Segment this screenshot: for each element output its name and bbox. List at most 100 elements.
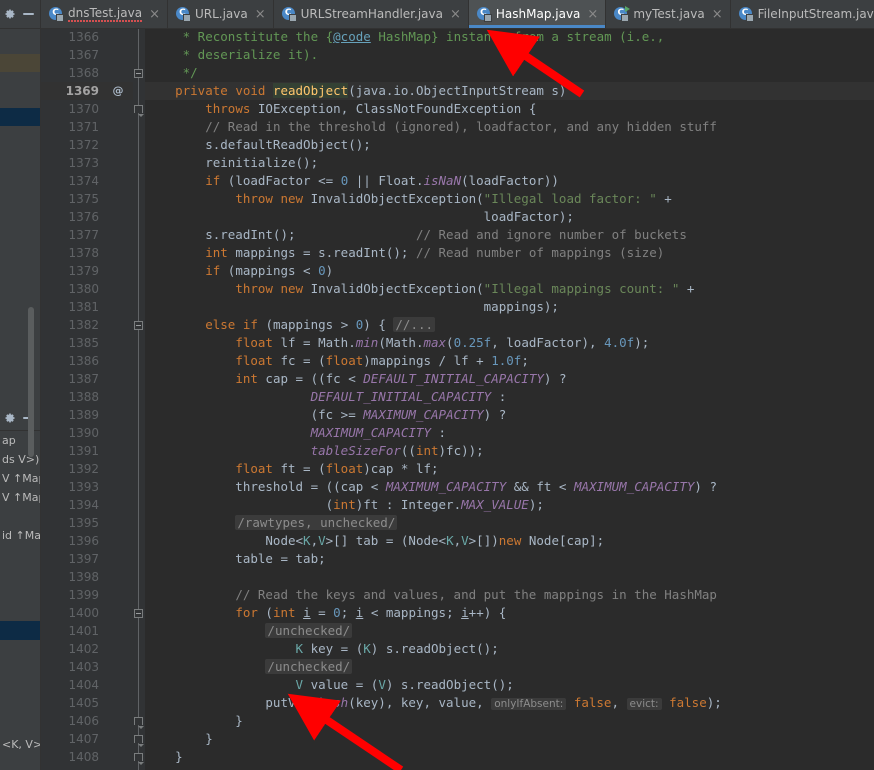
left-panel-tree-item[interactable] — [0, 583, 40, 602]
code-line[interactable]: int mappings = s.readInt(); // Read numb… — [145, 244, 874, 262]
line-number[interactable]: 1394 — [40, 496, 133, 514]
fold-collapse-icon[interactable] — [134, 609, 143, 618]
line-number[interactable]: 1375 — [40, 190, 133, 208]
code-line[interactable]: if (loadFactor <= 0 || Float.isNaN(loadF… — [145, 172, 874, 190]
close-icon[interactable]: × — [712, 8, 723, 21]
line-number[interactable]: 1392 — [40, 460, 133, 478]
left-panel-tree-item[interactable]: ap — [0, 431, 40, 450]
line-number[interactable]: 1391 — [40, 442, 133, 460]
gutter-override-icon[interactable]: @ — [111, 82, 125, 100]
editor-tab-fileinputstream-java[interactable]: CFileInputStream.java× — [729, 0, 874, 28]
code-line[interactable]: throw new InvalidObjectException("Illega… — [145, 190, 874, 208]
code-line[interactable]: else if (mappings > 0) { //... — [145, 316, 874, 334]
line-number[interactable]: 1389 — [40, 406, 133, 424]
line-number-gutter[interactable]: 1366 1367 1368 1369 @1370 1371 1372 1373 1374 137… — [40, 28, 133, 770]
code-line[interactable]: */ — [145, 64, 874, 82]
line-number[interactable]: 1395 — [40, 514, 133, 532]
editor-tab-url-java[interactable]: C URL.java × — [166, 0, 273, 28]
left-panel-tree-item[interactable] — [0, 678, 40, 697]
line-number[interactable]: 1366 — [40, 28, 133, 46]
code-line[interactable]: reinitialize(); — [145, 154, 874, 172]
left-panel-tree-item[interactable] — [0, 621, 40, 640]
line-number[interactable]: 1404 — [40, 676, 133, 694]
code-line[interactable]: s.defaultReadObject(); — [145, 136, 874, 154]
code-line[interactable]: putVal(hash(key), key, value, onlyIfAbse… — [145, 694, 874, 712]
line-number[interactable]: 1398 — [40, 568, 133, 586]
code-line[interactable]: throws IOException, ClassNotFoundExcepti… — [145, 100, 874, 118]
code-line[interactable]: /unchecked/ — [145, 658, 874, 676]
line-number[interactable]: 1407 — [40, 730, 133, 748]
close-icon[interactable]: × — [587, 8, 598, 21]
code-editor[interactable]: 1366 1367 1368 1369 @1370 1371 1372 1373 1374 137… — [40, 28, 874, 770]
line-number[interactable]: 1387 — [40, 370, 133, 388]
left-panel-tree-item[interactable]: ds V>): — [0, 450, 40, 469]
line-number[interactable]: 1381 — [40, 298, 133, 316]
left-panel-toolbar[interactable] — [0, 405, 40, 431]
editor-tab-mytest-java[interactable]: CmyTest.java × — [605, 0, 729, 28]
left-panel-tree-item[interactable] — [0, 697, 40, 716]
line-number[interactable]: 1399 — [40, 586, 133, 604]
left-panel-tree-item[interactable] — [0, 716, 40, 735]
line-number[interactable]: 1376 — [40, 208, 133, 226]
line-number[interactable]: 1406 — [40, 712, 133, 730]
line-number[interactable]: 1385 — [40, 334, 133, 352]
line-number[interactable]: 1397 — [40, 550, 133, 568]
code-content[interactable]: * Reconstitute the {@code HashMap} insta… — [145, 28, 874, 770]
code-line[interactable]: (int)ft : Integer.MAX_VALUE); — [145, 496, 874, 514]
code-line[interactable]: private void readObject(java.io.ObjectIn… — [145, 82, 874, 100]
close-icon[interactable]: × — [255, 8, 266, 21]
gear-icon[interactable] — [4, 8, 16, 20]
left-panel-tree-item[interactable] — [0, 545, 40, 564]
line-number[interactable]: 1380 — [40, 280, 133, 298]
close-icon[interactable]: × — [149, 8, 160, 21]
line-number[interactable]: 1374 — [40, 172, 133, 190]
line-number[interactable]: 1390 — [40, 424, 133, 442]
code-line[interactable]: int cap = ((fc < DEFAULT_INITIAL_CAPACIT… — [145, 370, 874, 388]
line-number[interactable]: 1409 — [40, 766, 133, 770]
code-line[interactable]: * deserialize it). — [145, 46, 874, 64]
gear-icon[interactable] — [4, 412, 16, 424]
line-number[interactable]: 1403 — [40, 658, 133, 676]
code-line[interactable]: float lf = Math.min(Math.max(0.25f, load… — [145, 334, 874, 352]
line-number[interactable]: 1368 — [40, 64, 133, 82]
code-line[interactable]: } — [145, 730, 874, 748]
code-line[interactable] — [145, 766, 874, 770]
code-line[interactable]: MAXIMUM_CAPACITY : — [145, 424, 874, 442]
line-number[interactable]: 1401 — [40, 622, 133, 640]
line-number[interactable]: 1373 — [40, 154, 133, 172]
line-number[interactable]: 1386 — [40, 352, 133, 370]
left-panel-tree-item[interactable] — [0, 564, 40, 583]
code-line[interactable]: /rawtypes, unchecked/ — [145, 514, 874, 532]
line-number[interactable]: 1396 — [40, 532, 133, 550]
left-panel-tree-item[interactable] — [0, 602, 40, 621]
code-line[interactable]: throw new InvalidObjectException("Illega… — [145, 280, 874, 298]
editor-tab-dnstest-java[interactable]: CdnsTest.java × — [40, 0, 167, 28]
code-line[interactable]: K key = (K) s.readObject(); — [145, 640, 874, 658]
close-icon[interactable]: × — [450, 8, 461, 21]
left-panel-tree[interactable]: apds V>):V ↑MapV ↑Mapid ↑Map<K, V> — [0, 431, 40, 770]
code-line[interactable]: if (mappings < 0) — [145, 262, 874, 280]
code-line[interactable]: } — [145, 748, 874, 766]
left-tool-window[interactable]: apds V>):V ↑MapV ↑Mapid ↑Map<K, V> — [0, 0, 41, 770]
left-panel-tree-item[interactable] — [0, 507, 40, 526]
left-panel-scrollbar[interactable] — [28, 307, 34, 457]
editor-tab-urlstreamhandler-java[interactable]: C URLStreamHandler.java × — [272, 0, 468, 28]
line-number[interactable]: 1371 — [40, 118, 133, 136]
line-number[interactable]: 1377 — [40, 226, 133, 244]
line-number[interactable]: 1405 — [40, 694, 133, 712]
line-number[interactable]: 1382 — [40, 316, 133, 334]
code-line[interactable]: // Read the keys and values, and put the… — [145, 586, 874, 604]
code-line[interactable]: V value = (V) s.readObject(); — [145, 676, 874, 694]
line-number[interactable]: 1372 — [40, 136, 133, 154]
line-number[interactable]: 1367 — [40, 46, 133, 64]
fold-end-icon[interactable] — [134, 753, 144, 765]
code-line[interactable]: // Read in the threshold (ignored), load… — [145, 118, 874, 136]
code-line[interactable]: (fc >= MAXIMUM_CAPACITY) ? — [145, 406, 874, 424]
line-number[interactable]: 1393 — [40, 478, 133, 496]
line-number[interactable]: 1379 — [40, 262, 133, 280]
left-panel-tree-item[interactable]: id ↑Map — [0, 526, 40, 545]
code-line[interactable]: * Reconstitute the {@code HashMap} insta… — [145, 28, 874, 46]
fold-collapse-icon[interactable] — [134, 321, 143, 330]
line-number[interactable]: 1370 — [40, 100, 133, 118]
left-panel-tree-item[interactable] — [0, 659, 40, 678]
